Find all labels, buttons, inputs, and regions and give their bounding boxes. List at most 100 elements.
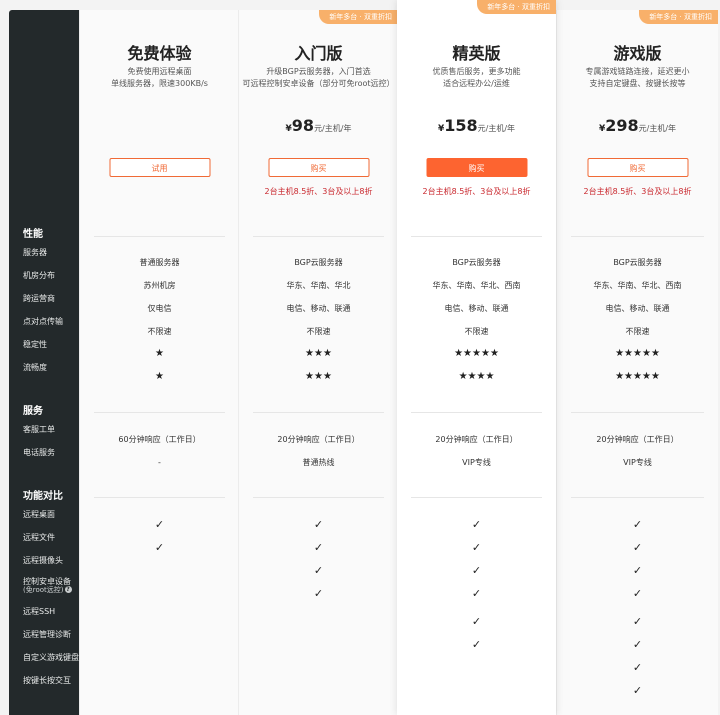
stability-rating: ★★★ bbox=[305, 348, 332, 359]
service-cell: VIP专线 bbox=[462, 458, 491, 467]
check-icon: ✓ bbox=[632, 587, 643, 600]
price-unit: 元/主机/年 bbox=[477, 124, 516, 133]
buy-button[interactable]: 购买 bbox=[268, 158, 369, 177]
row-label-p2p: 点对点传输 bbox=[23, 317, 63, 326]
smoothness-rating: ★★★ bbox=[305, 371, 332, 382]
price-amount: 98 bbox=[291, 116, 315, 135]
perf-cell: 电信、移动、联通 bbox=[286, 304, 351, 313]
plan-desc-line-2: 支持自定键盘、按键长按等 bbox=[589, 79, 686, 88]
check-icon: ✓ bbox=[313, 541, 324, 554]
discount-note: 2台主机8.5折、3台及以上8折 bbox=[422, 187, 531, 196]
service-cell: 60分钟响应（工作日） bbox=[118, 435, 201, 444]
check-icon: ✓ bbox=[313, 587, 324, 600]
plan-title: 免费体验 bbox=[127, 44, 192, 63]
plan-card-game: 新年多台 · 双重折扣 游戏版 专属游戏链路连接，延迟更小 支持自定键盘、按键长按等 ¥… bbox=[556, 10, 718, 715]
discount-note: 2台主机8.5折、3台及以上8折 bbox=[264, 187, 373, 196]
discount-note: 2台主机8.5折、3台及以上8折 bbox=[583, 187, 692, 196]
row-label-remote-desktop: 远程桌面 bbox=[23, 510, 55, 519]
check-icon: ✓ bbox=[632, 541, 643, 554]
check-icon: ✓ bbox=[632, 518, 643, 531]
row-label-android: 控制安卓设备 (免root远控)? bbox=[23, 578, 72, 594]
plan-price: ¥98元/主机/年 bbox=[239, 116, 398, 135]
check-icon: ✓ bbox=[632, 661, 643, 674]
section-divider bbox=[253, 412, 384, 413]
section-divider bbox=[94, 412, 225, 413]
stability-rating: ★ bbox=[155, 348, 164, 359]
plan-title: 游戏版 bbox=[613, 44, 662, 63]
section-divider bbox=[94, 236, 225, 237]
check-icon: ✓ bbox=[313, 564, 324, 577]
promo-badge: 新年多台 · 双重折扣 bbox=[477, 0, 556, 14]
section-divider bbox=[571, 412, 704, 413]
try-button[interactable]: 试用 bbox=[109, 158, 210, 177]
section-divider bbox=[571, 236, 704, 237]
sidebar: 性能 服务器 机房分布 跨运营商 点对点传输 稳定性 流畅度 服务 客服工单 电… bbox=[9, 10, 79, 715]
plan-price: ¥158元/主机/年 bbox=[397, 116, 556, 135]
section-divider bbox=[253, 497, 384, 498]
section-divider bbox=[571, 497, 704, 498]
perf-cell: 不限速 bbox=[464, 327, 489, 336]
section-divider bbox=[94, 497, 225, 498]
buy-button[interactable]: 购买 bbox=[426, 158, 527, 177]
buy-button[interactable]: 购买 bbox=[587, 158, 688, 177]
price-amount: 158 bbox=[444, 116, 478, 135]
check-icon: ✓ bbox=[632, 615, 643, 628]
section-service-label: 服务 bbox=[23, 406, 43, 417]
row-label-long-press: 按键长按交互 bbox=[23, 676, 71, 685]
row-label-smoothness: 流畅度 bbox=[23, 363, 47, 372]
perf-cell: 华东、华南、华北、西南 bbox=[432, 281, 521, 290]
check-icon: ✓ bbox=[154, 518, 165, 531]
row-label-game-keyboard: 自定义游戏键盘 bbox=[23, 653, 79, 662]
perf-cell: 不限速 bbox=[625, 327, 650, 336]
perf-cell: 电信、移动、联通 bbox=[605, 304, 670, 313]
plan-desc-line-1: 专属游戏链路连接，延迟更小 bbox=[585, 67, 690, 76]
service-cell: - bbox=[158, 458, 161, 467]
check-icon: ✓ bbox=[471, 638, 482, 651]
plan-title: 精英版 bbox=[452, 44, 501, 63]
plan-desc-line-1: 免费使用远程桌面 bbox=[127, 67, 192, 76]
service-cell: 普通热线 bbox=[302, 458, 335, 467]
android-sub-label: (免root远控) bbox=[23, 586, 64, 594]
smoothness-rating: ★★★★ bbox=[458, 371, 495, 382]
perf-cell: 电信、移动、联通 bbox=[444, 304, 509, 313]
check-icon: ✓ bbox=[632, 684, 643, 697]
perf-cell: BGP云服务器 bbox=[294, 258, 343, 267]
plan-title: 入门版 bbox=[294, 44, 343, 63]
android-label: 控制安卓设备 bbox=[23, 577, 71, 586]
plan-desc-line-1: 升级BGP云服务器，入门首选 bbox=[266, 67, 371, 76]
row-label-datacenter: 机房分布 bbox=[23, 271, 55, 280]
perf-cell: BGP云服务器 bbox=[452, 258, 501, 267]
section-divider bbox=[411, 497, 542, 498]
stability-rating: ★★★★★ bbox=[454, 348, 499, 359]
perf-cell: 苏州机房 bbox=[143, 281, 176, 290]
row-label-carrier: 跨运营商 bbox=[23, 294, 55, 303]
price-unit: 元/主机/年 bbox=[638, 124, 677, 133]
price-amount: 298 bbox=[605, 116, 639, 135]
section-performance-label: 性能 bbox=[23, 229, 43, 240]
smoothness-rating: ★★★★★ bbox=[615, 371, 660, 382]
check-icon: ✓ bbox=[313, 518, 324, 531]
perf-cell: BGP云服务器 bbox=[613, 258, 662, 267]
service-cell: 20分钟响应（工作日） bbox=[277, 435, 360, 444]
plan-desc-line-2: 适合远程办公/运维 bbox=[443, 79, 510, 88]
plan-card-elite: 新年多台 · 双重折扣 精英版 优质售后服务，更多功能 适合远程办公/运维 ¥158元/… bbox=[397, 0, 556, 715]
check-icon: ✓ bbox=[471, 587, 482, 600]
check-icon: ✓ bbox=[154, 541, 165, 554]
smoothness-rating: ★ bbox=[155, 371, 164, 382]
row-label-stability: 稳定性 bbox=[23, 340, 47, 349]
service-cell: 20分钟响应（工作日） bbox=[596, 435, 679, 444]
check-icon: ✓ bbox=[632, 564, 643, 577]
plan-price: ¥298元/主机/年 bbox=[557, 116, 718, 135]
perf-cell: 不限速 bbox=[147, 327, 172, 336]
price-unit: 元/主机/年 bbox=[314, 124, 352, 133]
plan-desc-line-2: 可远程控制安卓设备（部分可免root远控） bbox=[242, 79, 395, 88]
question-icon[interactable]: ? bbox=[64, 586, 72, 593]
check-icon: ✓ bbox=[471, 541, 482, 554]
check-icon: ✓ bbox=[471, 615, 482, 628]
perf-cell: 华东、华南、华北、西南 bbox=[593, 281, 682, 290]
section-features-label: 功能对比 bbox=[23, 491, 63, 502]
check-icon: ✓ bbox=[471, 564, 482, 577]
stability-rating: ★★★★★ bbox=[615, 348, 660, 359]
check-icon: ✓ bbox=[632, 638, 643, 651]
promo-badge: 新年多台 · 双重折扣 bbox=[319, 10, 398, 24]
